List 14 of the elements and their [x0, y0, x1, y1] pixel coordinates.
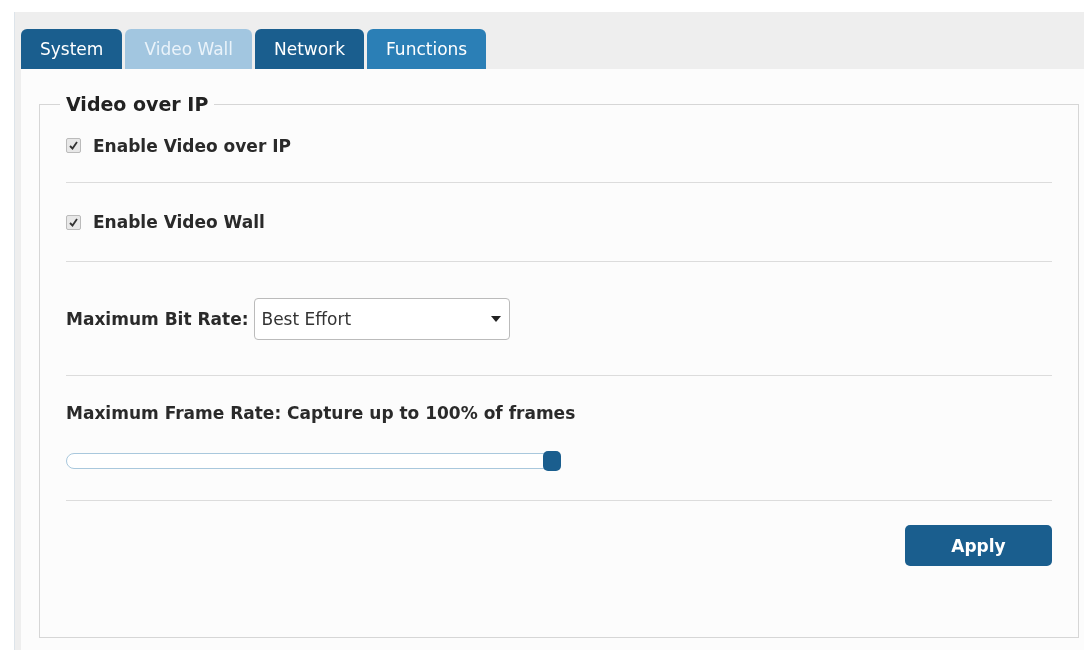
caret-icon — [491, 315, 502, 322]
tab[interactable]: System — [21, 29, 123, 69]
field-label: Maximum Bit Rate: — [66, 308, 249, 329]
checkbox[interactable] — [66, 214, 81, 230]
bit-rate-dropdown[interactable]: Best Effort — [254, 297, 511, 340]
checkbox[interactable] — [66, 138, 81, 153]
checkbox-label: Enable Video over IP — [93, 135, 291, 156]
apply-button[interactable]: Apply — [905, 525, 1052, 566]
frame-rate-slider[interactable] — [66, 453, 561, 469]
field-label: Maximum Frame Rate: Capture up to 100% of frames — [66, 403, 576, 423]
checkbox-label: Enable Video Wall — [93, 212, 265, 232]
slider-thumb[interactable] — [543, 451, 561, 471]
tab[interactable]: Functions — [367, 29, 487, 69]
tab[interactable]: Network — [255, 29, 364, 69]
